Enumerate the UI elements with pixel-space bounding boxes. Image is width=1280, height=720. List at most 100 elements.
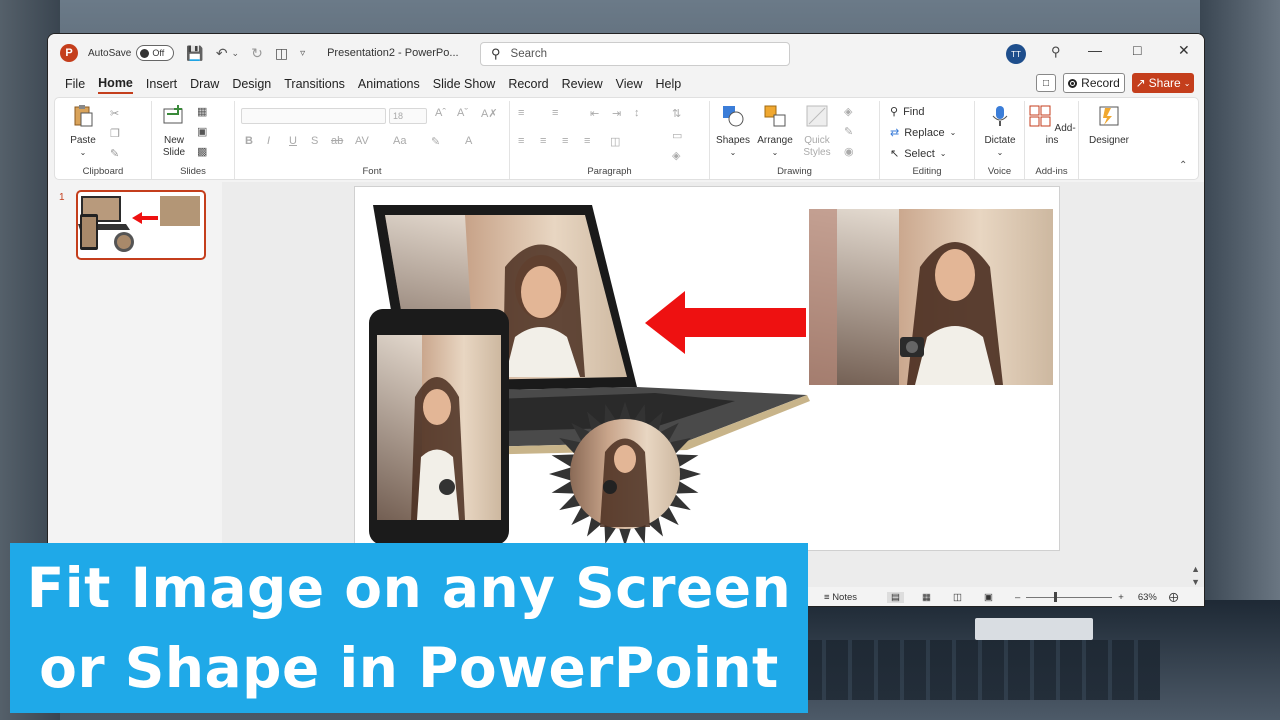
decrease-font-icon[interactable]: Aˇ (457, 107, 468, 119)
scroll-up-icon[interactable]: ▲ (1191, 564, 1200, 574)
align-center-icon[interactable]: ≡ (540, 135, 546, 147)
shape-fill-icon[interactable]: ◈ (844, 105, 852, 118)
char-spacing-icon[interactable]: AV (355, 135, 369, 147)
addins-button[interactable]: Add-ins (1028, 104, 1076, 147)
zoom-level[interactable]: 63% (1138, 592, 1157, 603)
fit-to-window-icon[interactable]: ⨁ (1169, 592, 1179, 603)
slide-show-icon[interactable]: ▣ (984, 592, 993, 603)
line-spacing-icon[interactable]: ↕ (634, 107, 640, 119)
underline-icon[interactable]: U (289, 135, 297, 147)
save-icon[interactable]: 💾 (186, 45, 203, 62)
align-right-icon[interactable]: ≡ (562, 135, 568, 147)
paste-button[interactable]: Paste ⌄ (65, 104, 101, 159)
shape-outline-icon[interactable]: ✎ (844, 125, 853, 138)
section-icon[interactable]: ▩ (197, 145, 207, 158)
redo-icon[interactable]: ↻ (251, 45, 263, 62)
phone-image[interactable] (369, 309, 509, 545)
font-color-icon[interactable]: A (465, 135, 472, 147)
slide-thumbnail[interactable] (76, 190, 206, 260)
tab-animations[interactable]: Animations (358, 75, 420, 93)
bullets-icon[interactable]: ≡ (518, 107, 524, 119)
zoom-out-icon[interactable]: – (1015, 592, 1020, 603)
smartart-icon[interactable]: ◈ (672, 149, 680, 162)
starburst-image[interactable] (549, 401, 701, 547)
tab-file[interactable]: File (65, 75, 85, 93)
highlight-icon[interactable]: ✎ (431, 135, 440, 148)
red-arrow[interactable] (645, 291, 806, 354)
tab-review[interactable]: Review (562, 75, 603, 93)
slide-canvas[interactable] (354, 186, 1060, 551)
strikethrough-icon[interactable]: ab (331, 135, 343, 147)
present-icon[interactable]: ◫ (275, 45, 288, 62)
numbering-icon[interactable]: ≡ (552, 107, 558, 119)
tab-home[interactable]: Home (98, 74, 133, 94)
columns-icon[interactable]: ◫ (610, 135, 620, 148)
search-input[interactable]: ⚲ Search (480, 42, 790, 66)
reading-view-icon[interactable]: ◫ (953, 592, 962, 603)
replace-button[interactable]: ⇄ Replace ⌄ (890, 126, 956, 140)
autosave-toggle[interactable]: Off (136, 45, 175, 61)
slide-sorter-icon[interactable]: ▦ (922, 592, 931, 603)
close-icon[interactable]: ✕ (1178, 42, 1190, 59)
arrange-button[interactable]: Arrange ⌄ (754, 104, 796, 159)
align-left-icon[interactable]: ≡ (518, 135, 524, 147)
undo-dropdown-icon[interactable]: ⌄ (232, 48, 240, 59)
group-clipboard: Paste ⌄ ✂ ❐ ✎ Clipboard (55, 101, 152, 179)
zoom-slider-thumb[interactable] (1054, 591, 1058, 602)
dictate-button[interactable]: Dictate ⌄ (978, 104, 1022, 159)
tab-help[interactable]: Help (655, 75, 681, 93)
record-button[interactable]: Record (1063, 73, 1125, 93)
source-photo[interactable] (809, 209, 1053, 385)
tab-record[interactable]: Record (508, 75, 548, 93)
increase-font-icon[interactable]: Aˆ (435, 107, 446, 119)
justify-icon[interactable]: ≡ (584, 135, 590, 147)
tab-design[interactable]: Design (232, 75, 271, 93)
lightbulb-icon[interactable]: ⚲ (1051, 44, 1061, 60)
font-size-dropdown[interactable]: 18 (389, 108, 427, 124)
scroll-down-icon[interactable]: ▼ (1191, 577, 1200, 587)
format-painter-icon[interactable]: ✎ (110, 147, 119, 160)
tab-slide-show[interactable]: Slide Show (433, 75, 496, 93)
decrease-indent-icon[interactable]: ⇤ (590, 107, 599, 120)
bold-icon[interactable]: B (245, 135, 253, 147)
shapes-button[interactable]: Shapes ⌄ (714, 104, 752, 159)
maximize-icon[interactable]: □ (1133, 42, 1141, 58)
comments-button[interactable]: □ (1036, 74, 1056, 92)
normal-view-icon[interactable]: ▤ (887, 591, 904, 603)
tab-view[interactable]: View (616, 75, 643, 93)
shape-effects-icon[interactable]: ◉ (844, 145, 854, 158)
tab-insert[interactable]: Insert (146, 75, 177, 93)
find-icon: ⚲ (890, 106, 899, 118)
zoom-in-icon[interactable]: + (1118, 592, 1124, 603)
font-group-label: Font (362, 166, 382, 177)
new-slide-button[interactable]: New Slide (156, 104, 192, 159)
avatar[interactable]: TT (1006, 44, 1026, 64)
layout-icon[interactable]: ▦ (197, 105, 207, 118)
reset-icon[interactable]: ▣ (197, 125, 207, 138)
shadow-icon[interactable]: S (311, 135, 318, 147)
cut-icon[interactable]: ✂ (110, 107, 119, 120)
select-button[interactable]: ↖ Select ⌄ (890, 147, 947, 161)
find-label: Find (903, 105, 925, 118)
find-button[interactable]: ⚲ Find (890, 105, 925, 119)
change-case-icon[interactable]: Aa (393, 135, 406, 147)
copy-icon[interactable]: ❐ (110, 127, 120, 140)
minimize-icon[interactable]: — (1088, 42, 1102, 58)
italic-icon[interactable]: I (267, 135, 270, 147)
notes-button[interactable]: ≡ Notes (824, 592, 857, 603)
designer-button[interactable]: Designer (1083, 104, 1135, 147)
align-text-icon[interactable]: ▭ (672, 129, 682, 142)
collapse-ribbon-icon[interactable]: ⌃ (1179, 160, 1187, 171)
tab-draw[interactable]: Draw (190, 75, 219, 93)
increase-indent-icon[interactable]: ⇥ (612, 107, 621, 120)
text-direction-icon[interactable]: ⇅ (672, 107, 681, 120)
replace-label: Replace (904, 126, 945, 139)
quick-styles-button[interactable]: Quick Styles (798, 104, 836, 159)
undo-icon[interactable]: ↶ (216, 45, 228, 62)
font-family-dropdown[interactable] (241, 108, 386, 124)
share-button[interactable]: ↗ Share ⌄ (1132, 73, 1194, 93)
clear-formatting-icon[interactable]: A✗ (481, 107, 498, 120)
customize-qat-icon[interactable]: ▿ (300, 48, 305, 59)
zoom-slider[interactable] (1026, 591, 1113, 602)
tab-transitions[interactable]: Transitions (284, 75, 345, 93)
